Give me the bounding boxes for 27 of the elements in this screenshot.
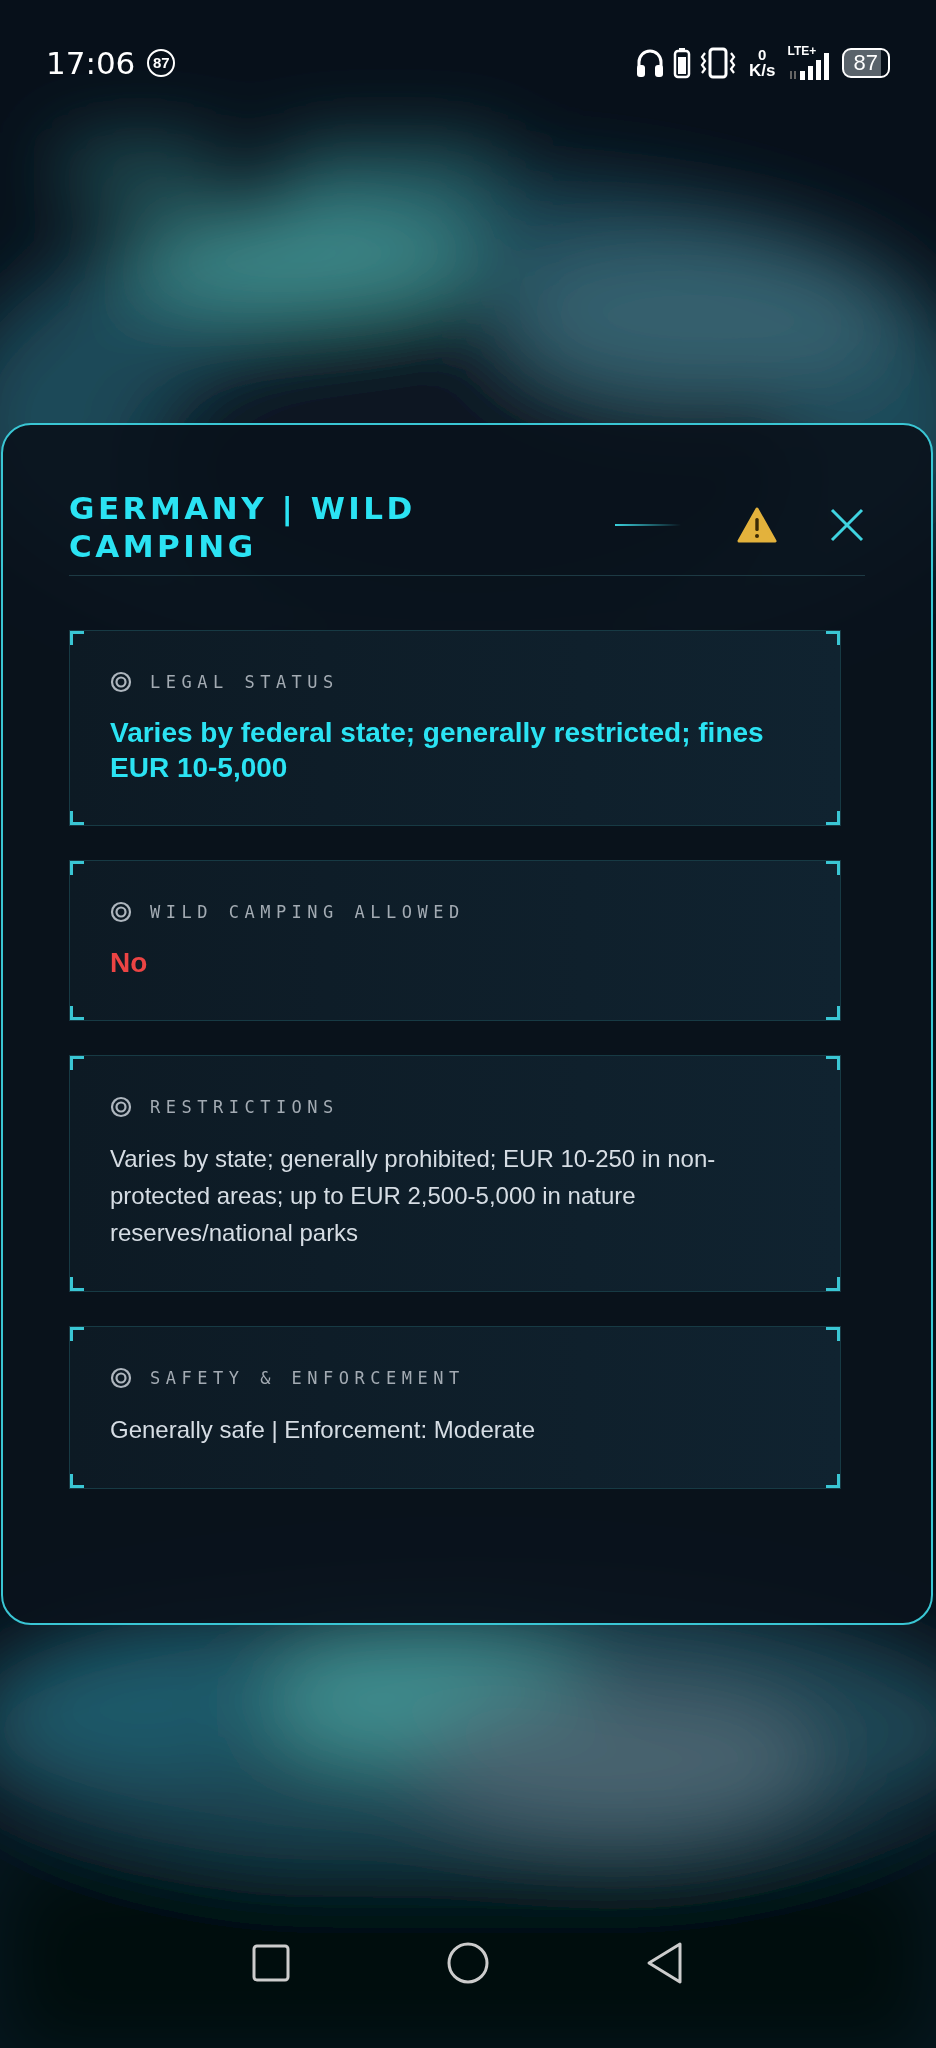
section-value: No [110,946,149,980]
warning-icon [737,507,777,543]
section-label: LEGAL STATUS [150,672,339,692]
vibrate-icon [699,46,738,79]
accent-line [615,524,681,526]
section-label: RESTRICTIONS [150,1097,339,1117]
target-icon [110,1096,132,1118]
section-label: WILD CAMPING ALLOWED [150,902,465,922]
target-icon [110,671,132,693]
target-icon [110,901,132,923]
net-speed-unit: K/s [749,61,776,79]
status-time: 17:06 [46,44,136,81]
dialog-title: GERMANY | WILD CAMPING [69,489,417,565]
battery-indicator: 87 [841,47,890,78]
section-value: Varies by state; generally prohibited; EUR 10-250 in non-protected areas; up to EUR 2,500-5,000 in nature reserves/national parks [110,1144,717,1248]
battery-saver-icon [673,46,692,79]
recent-apps-icon[interactable] [251,1943,291,1983]
close-button[interactable] [829,507,865,543]
section-value: Varies by federal state; generally restricted; fines EUR 10-5,000 [110,716,765,785]
section-label: SAFETY & ENFORCEMENT [150,1368,465,1388]
network-type: LTE+ [787,44,817,57]
notification-badge: 87 [147,48,176,77]
section-value: Generally safe | Enforcement: Moderate [110,1415,537,1445]
back-icon[interactable] [645,1941,685,1985]
home-icon[interactable] [446,1941,490,1985]
target-icon [110,1367,132,1389]
net-speed-value: 0 [758,46,767,62]
